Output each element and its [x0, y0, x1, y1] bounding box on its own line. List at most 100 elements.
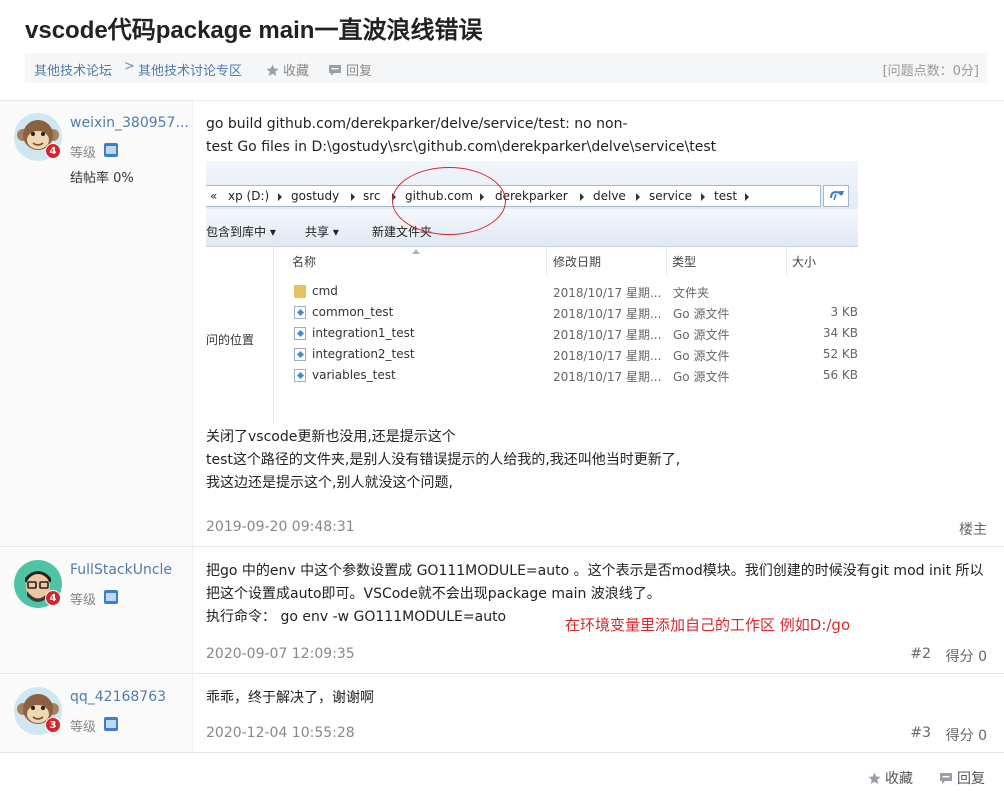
username-link[interactable]: weixin_380957... [70, 115, 189, 131]
author-panel: 3 qq_42168763 等级 [0, 675, 193, 752]
explorer-screenshot[interactable]: « xp (D:) gostudy src github.com derekpa… [206, 161, 858, 424]
file-row: integration2_test 2018/10/17 星期... Go 源文… [292, 344, 858, 365]
refresh-icon [823, 185, 849, 207]
address-segment: src [363, 189, 381, 203]
address-bar: « xp (D:) gostudy src github.com derekpa… [206, 185, 821, 207]
level-icon [104, 717, 118, 731]
folder-icon [294, 285, 306, 298]
star-icon [868, 772, 881, 784]
post-item: 4 FullStackUncle 等级 把go 中的env 中这个参数设置成 G… [0, 548, 1004, 674]
close-rate: 结帖率 0% [70, 171, 134, 186]
level-label: 等级 [70, 146, 97, 161]
file-row: cmd 2018/10/17 星期... 文件夹 [292, 281, 858, 302]
address-segment: test [714, 189, 738, 203]
breadcrumb-board-link[interactable]: 其他技术讨论专区 [138, 60, 242, 79]
file-size: 34 KB [822, 326, 858, 340]
column-header-size: 大小 [792, 255, 817, 269]
username-link[interactable]: qq_42168763 [70, 689, 166, 705]
footer-reply-label: 回复 [957, 771, 985, 787]
username-link[interactable]: FullStackUncle [70, 562, 172, 578]
file-name: cmd [312, 284, 338, 298]
breadcrumb-forum-link[interactable]: 其他技术论坛 [34, 60, 112, 79]
file-row: integration1_test 2018/10/17 星期... Go 源文… [292, 323, 858, 344]
address-segment: gostudy [291, 189, 340, 203]
floor-label: 楼主 [959, 522, 987, 538]
level-icon [104, 590, 118, 604]
column-header-type: 类型 [672, 255, 697, 269]
level-badge: 4 [45, 143, 61, 159]
post-date: 2020-09-07 12:09:35 [206, 646, 355, 662]
address-segment: xp (D:) [228, 189, 270, 203]
file-row: common_test 2018/10/17 星期... Go 源文件 3 KB [292, 302, 858, 323]
breadcrumb-separator: > [124, 59, 135, 74]
file-type: 文件夹 [673, 286, 710, 300]
post-text-line: test这个路径的文件夹,是别人没有错误提示的人给我的,我还叫他当时更新了, [206, 452, 681, 468]
level-badge: 3 [45, 717, 61, 733]
star-icon [266, 64, 279, 76]
collect-button[interactable]: 收藏 [266, 60, 309, 79]
page-title: vscode代码package main一直波浪线错误 [25, 17, 483, 44]
annotation-note: 在环境变量里添加自己的工作区 例如D:/go [565, 616, 851, 634]
chevron-right-icon [278, 193, 282, 201]
score-label: 得分 0 [945, 649, 987, 665]
toolbar-share: 共享 ▾ [305, 225, 339, 239]
file-size: 56 KB [822, 368, 858, 382]
reply-label: 回复 [346, 64, 373, 79]
chevron-right-icon [701, 193, 705, 201]
post-text-line: 把go 中的env 中这个参数设置成 GO111MODULE=auto 。这个表… [206, 563, 984, 579]
chevron-right-icon [351, 193, 355, 201]
avatar[interactable]: 4 [14, 560, 62, 608]
chevron-right-icon [745, 193, 749, 201]
avatar[interactable]: 3 [14, 687, 62, 735]
post-text-line: test Go files in D:\gostudy\src\github.c… [206, 139, 717, 155]
floor-label: #3 [910, 725, 931, 741]
footer-collect-label: 收藏 [885, 771, 913, 787]
post-text-line: 把这个设置成auto即可。VSCode就不会出现package main 波浪线… [206, 586, 661, 602]
post-body: 乖乖，终于解决了，谢谢啊 [206, 687, 374, 710]
address-segment: service [649, 189, 692, 203]
red-circle-annotation [392, 167, 506, 235]
level-label: 等级 [70, 720, 97, 735]
avatar[interactable]: 4 [14, 113, 62, 161]
question-score: [问题点数：0分] [882, 64, 979, 79]
sort-up-icon [412, 249, 420, 254]
address-back-nav: « [210, 189, 218, 203]
breadcrumb: 其他技术论坛 > 其他技术讨论专区 收藏 回复 [问题点数：0分] [25, 53, 987, 83]
level-label: 等级 [70, 593, 97, 608]
post-text-line: go build github.com/derekparker/delve/se… [206, 116, 628, 132]
file-row: variables_test 2018/10/17 星期... Go 源文件 5… [292, 365, 858, 386]
chevron-right-icon [580, 193, 584, 201]
comment-icon [940, 773, 952, 784]
post-body: go build github.com/derekparker/delve/se… [206, 113, 716, 159]
explorer-toolbar: 包含到库中 ▾ 共享 ▾ 新建文件夹 [206, 209, 858, 247]
floor-label: #2 [910, 646, 931, 662]
column-divider [546, 247, 547, 275]
column-header-date: 修改日期 [553, 255, 602, 269]
level-icon [104, 143, 118, 157]
column-divider [786, 247, 787, 275]
file-size: 3 KB [830, 305, 858, 319]
footer-reply-button[interactable]: 回复 [940, 768, 985, 788]
author-panel: 4 weixin_380957... 等级 结帖率 0% [0, 101, 193, 546]
post-item: 4 weixin_380957... 等级 结帖率 0% go build gi… [0, 101, 1004, 547]
post-text-line: 我这边还是提示这个,别人就没这个问题, [206, 475, 453, 491]
reply-button[interactable]: 回复 [329, 60, 372, 79]
author-panel: 4 FullStackUncle 等级 [0, 548, 193, 673]
column-header-name: 名称 [292, 255, 317, 269]
post-item: 3 qq_42168763 等级 乖乖，终于解决了，谢谢啊 2020-12-04… [0, 675, 1004, 753]
address-segment: delve [593, 189, 626, 203]
navigation-location-label: 问的位置 [206, 333, 255, 347]
collect-label: 收藏 [283, 64, 310, 79]
column-divider [666, 247, 667, 275]
score-label: 得分 0 [945, 728, 987, 744]
comment-icon [329, 65, 341, 76]
level-badge: 4 [45, 590, 61, 606]
post-date: 2019-09-20 09:48:31 [206, 519, 355, 535]
footer-collect-button[interactable]: 收藏 [868, 768, 913, 788]
file-date: 2018/10/17 星期... [553, 286, 662, 300]
navigation-pane: 问的位置 [206, 247, 274, 424]
post-text-line: 关闭了vscode更新也没用,还是提示这个 [206, 429, 456, 445]
toolbar-include-library: 包含到库中 ▾ [206, 225, 276, 239]
post-body-continued: 关闭了vscode更新也没用,还是提示这个 test这个路径的文件夹,是别人没有… [206, 426, 680, 495]
post-date: 2020-12-04 10:55:28 [206, 725, 355, 741]
